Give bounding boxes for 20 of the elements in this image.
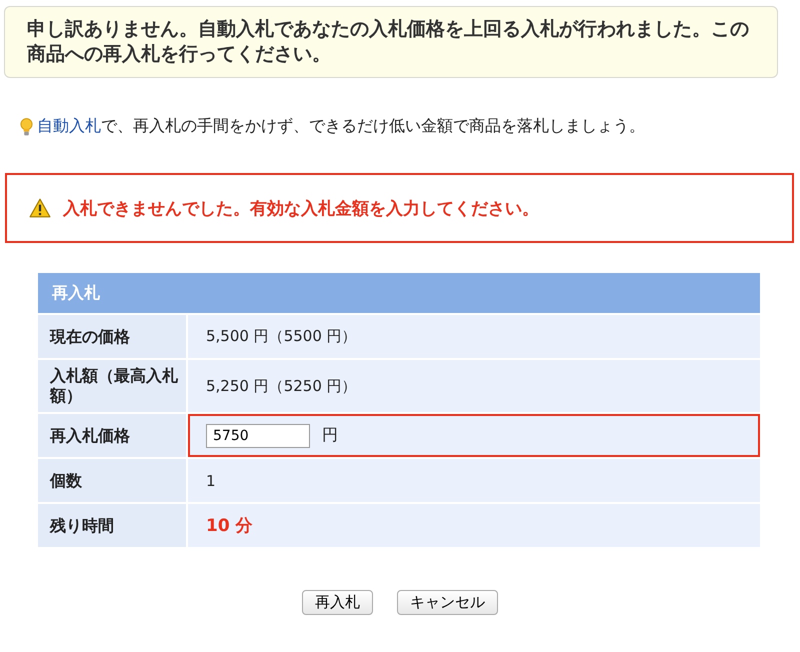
- auto-bid-link[interactable]: 自動入札: [37, 116, 101, 135]
- table-title: 再入札: [38, 273, 760, 313]
- value-text: 1: [206, 472, 216, 490]
- lightbulb-icon: [20, 116, 33, 136]
- cancel-button[interactable]: キャンセル: [397, 590, 498, 615]
- warning-icon: [29, 198, 51, 218]
- notice-message: 申し訳ありません。自動入札であなたの入札価格を上回る入札が行われました。この商品への再入札を行ってください。: [4, 6, 778, 78]
- unit-label: 円: [322, 425, 338, 446]
- remaining-time: 10 分: [206, 515, 253, 537]
- row-label: 残り時間: [38, 504, 186, 547]
- row-label: 再入札価格: [38, 414, 186, 457]
- value-text: 5,250 円（5250 円）: [206, 376, 357, 396]
- value-text: 5,500 円（5500 円）: [206, 327, 357, 346]
- row-label: 現在の価格: [38, 315, 186, 358]
- row-label: 入札額（最高入札額）: [38, 360, 186, 412]
- rebid-button[interactable]: 再入札: [302, 590, 373, 615]
- bid-input[interactable]: 5750: [206, 424, 310, 448]
- tip-text: 自動入札で、再入札の手間をかけず、できるだけ低い金額で商品を落札しましょう。: [37, 116, 645, 137]
- error-message: 入札できませんでした。有効な入札金額を入力してください。: [63, 198, 539, 220]
- row-label: 個数: [38, 459, 186, 502]
